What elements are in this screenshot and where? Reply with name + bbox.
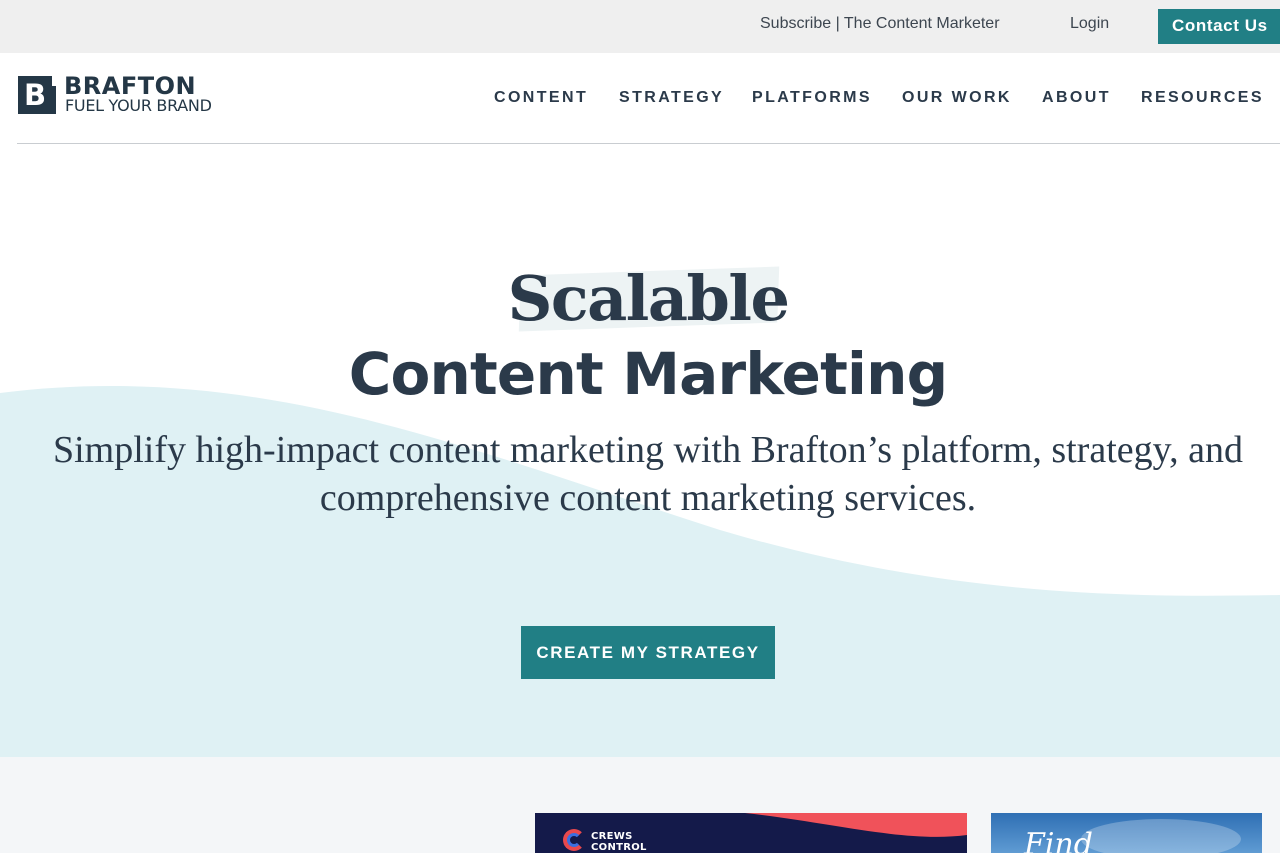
create-my-strategy-button[interactable]: CREATE MY STRATEGY bbox=[521, 626, 775, 679]
crews-control-inner-ring-icon bbox=[567, 833, 581, 847]
hero-kicker: Scalable bbox=[507, 262, 790, 335]
nav-item-platforms[interactable]: PLATFORMS bbox=[752, 89, 872, 107]
hero-subtitle: Simplify high-impact content marketing w… bbox=[52, 429, 1244, 519]
header-divider bbox=[17, 143, 1280, 144]
contact-us-button[interactable]: Contact Us bbox=[1158, 9, 1280, 44]
hero-title: Content Marketing bbox=[348, 340, 948, 408]
crews-control-card[interactable]: CREWS CONTROL bbox=[535, 813, 967, 853]
cloud-decoration bbox=[1081, 819, 1241, 853]
utility-bar: Subscribe | The Content Marketer Login C… bbox=[0, 0, 1280, 53]
case-studies-section: CREWS CONTROL Find bbox=[0, 757, 1280, 853]
find-card[interactable]: Find bbox=[991, 813, 1262, 853]
nav-item-resources[interactable]: RESOURCES bbox=[1141, 89, 1264, 107]
nav-item-our-work[interactable]: OUR WORK bbox=[902, 89, 1012, 107]
crews-control-logo-text: CREWS CONTROL bbox=[591, 831, 647, 853]
nav-item-strategy[interactable]: STRATEGY bbox=[619, 89, 724, 107]
main-nav: CONTENT STRATEGY PLATFORMS OUR WORK ABOU… bbox=[0, 89, 1280, 109]
nav-item-about[interactable]: ABOUT bbox=[1042, 89, 1111, 107]
nav-item-content[interactable]: CONTENT bbox=[494, 89, 588, 107]
login-link[interactable]: Login bbox=[1070, 15, 1109, 33]
find-card-text: Find bbox=[1024, 827, 1093, 853]
subscribe-link[interactable]: Subscribe | The Content Marketer bbox=[760, 15, 1000, 33]
logo-mark-notch bbox=[52, 76, 60, 86]
